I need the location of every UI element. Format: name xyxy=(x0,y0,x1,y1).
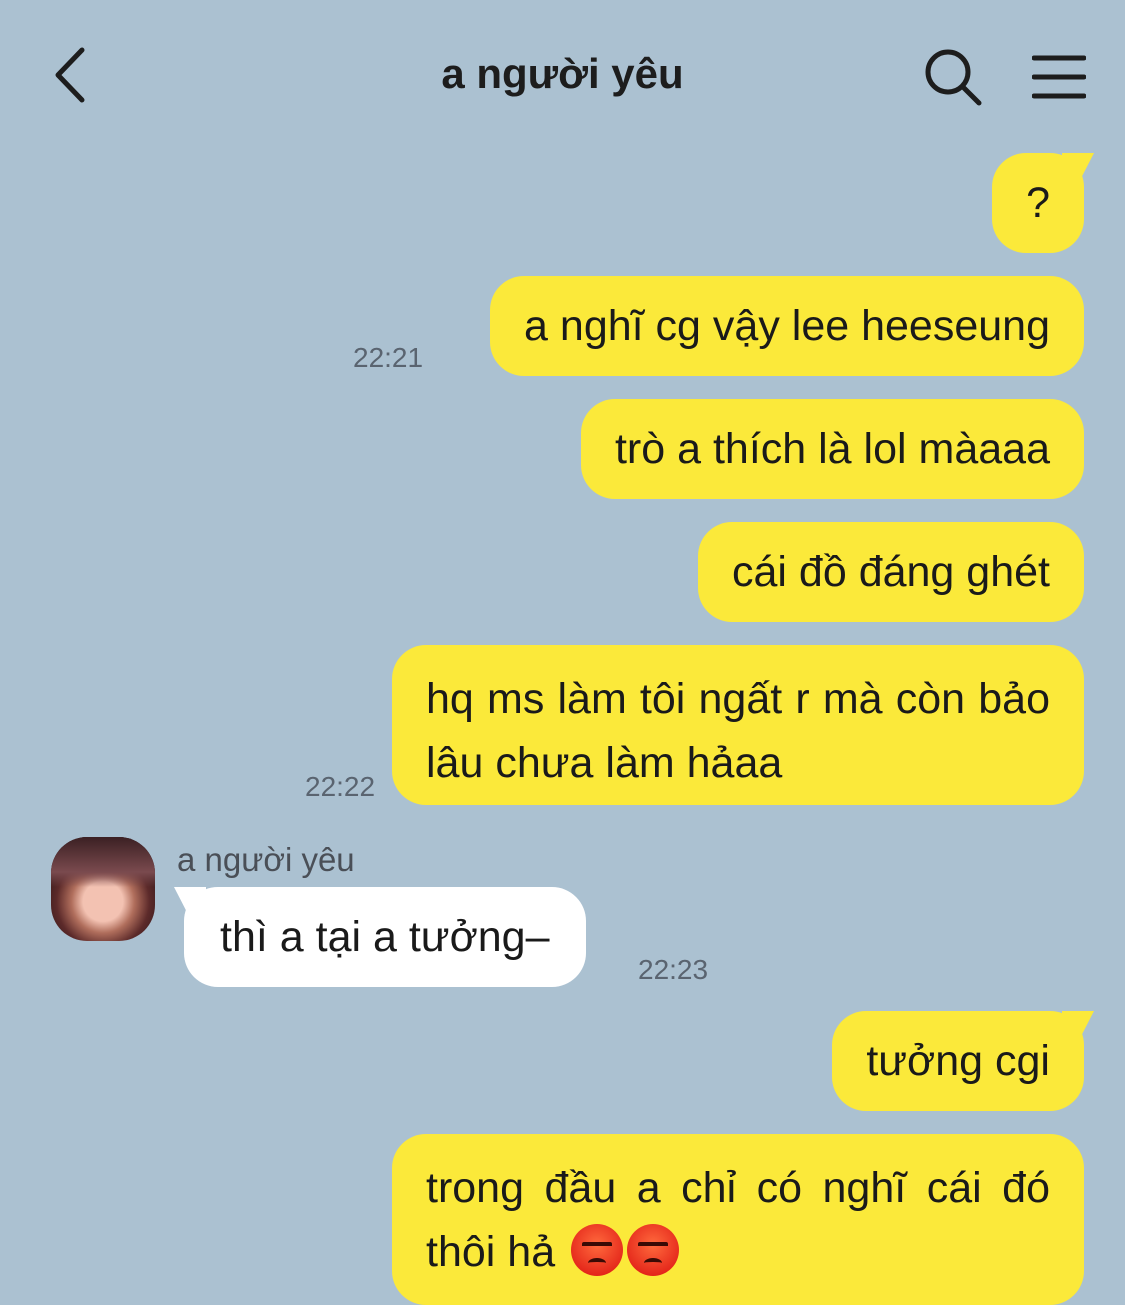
my-message-bubble[interactable]: cái đồ đáng ghét xyxy=(698,522,1084,622)
message-text: ? xyxy=(1026,179,1050,227)
message-text: tưởng cgi xyxy=(866,1037,1050,1085)
message-text: trò a thích là lol màaaa xyxy=(614,425,1050,473)
my-message-bubble[interactable]: ? xyxy=(992,153,1094,253)
message-time: 22:21 xyxy=(353,342,424,373)
avatar[interactable] xyxy=(51,837,155,941)
message-text: trong đầu a chỉ có nghĩ cái đó thôi hả xyxy=(426,1164,1050,1276)
search-icon xyxy=(925,49,982,106)
bubble-tail xyxy=(174,887,206,915)
menu-button[interactable] xyxy=(1024,44,1094,110)
angry-face-icon xyxy=(571,1224,624,1276)
bubble-tail xyxy=(1062,153,1094,181)
message-text: hq ms làm tôi ngất r mà còn bảo lâu chưa… xyxy=(426,675,1050,787)
bubble-tail xyxy=(1062,1011,1094,1039)
chat-header: a người yêu xyxy=(0,0,1125,150)
avatar-hair xyxy=(51,837,155,887)
message-time: 22:23 xyxy=(638,954,709,985)
message-text: a nghĩ cg vậy lee heeseung xyxy=(524,302,1050,350)
menu-icon xyxy=(1032,55,1086,99)
my-message-bubble[interactable]: tưởng cgi xyxy=(832,1011,1094,1111)
their-message-bubble[interactable]: thì a tại a tưởng– xyxy=(174,887,586,987)
my-message-bubble[interactable]: trò a thích là lol màaaa xyxy=(580,399,1084,499)
message-time: 22:22 xyxy=(305,771,376,802)
my-message-bubble[interactable]: a nghĩ cg vậy lee heeseung xyxy=(490,276,1084,376)
sender-name: a người yêu xyxy=(177,841,355,878)
my-message-bubble[interactable]: hq ms làm tôi ngất r mà còn bảo lâu chưa… xyxy=(392,645,1084,805)
message-text: thì a tại a tưởng– xyxy=(220,913,550,961)
message-text: cái đồ đáng ghét xyxy=(732,548,1050,596)
search-button[interactable] xyxy=(918,44,988,110)
my-message-bubble[interactable]: trong đầu a chỉ có nghĩ cái đó thôi hả xyxy=(392,1134,1084,1305)
angry-face-icon xyxy=(627,1224,680,1276)
